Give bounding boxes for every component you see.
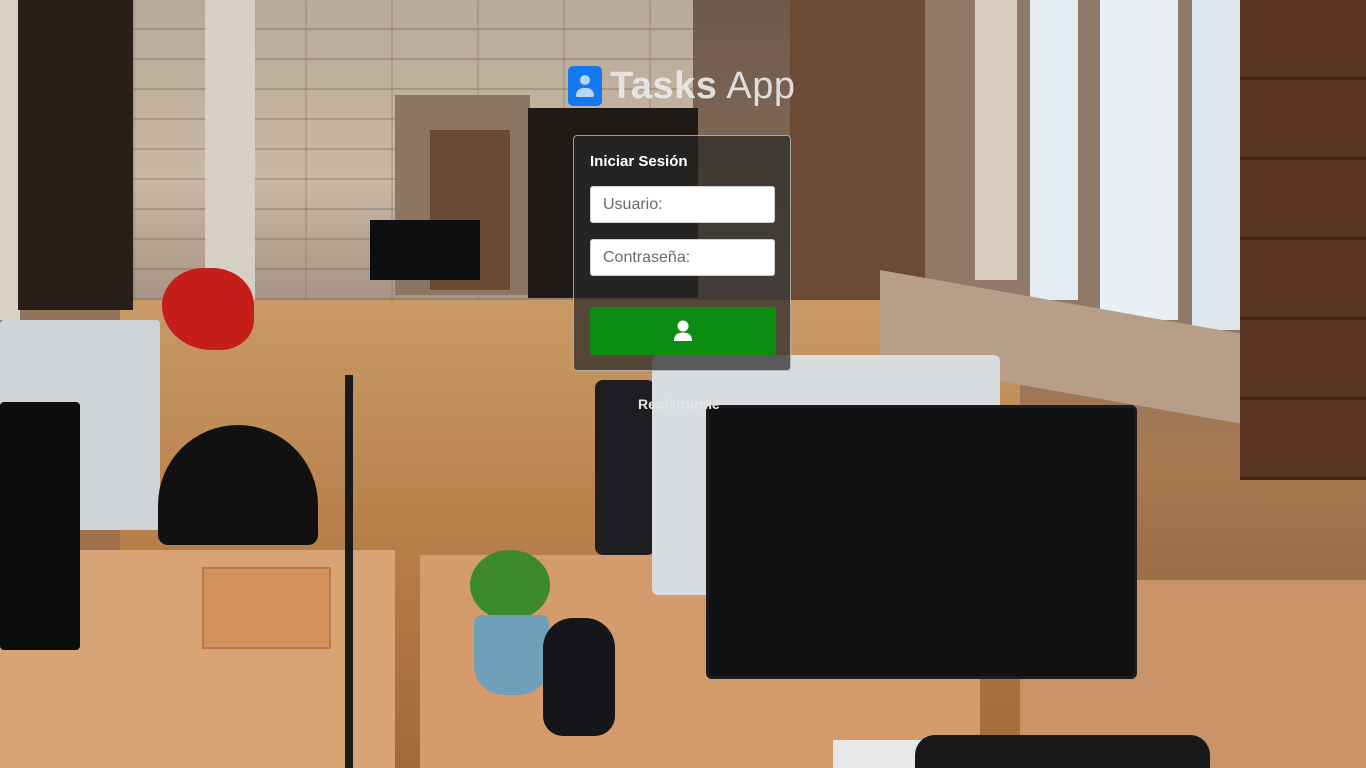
login-form: Iniciar Sesión [573,135,791,371]
background-photo [0,0,1366,768]
password-input[interactable] [590,239,775,276]
register-link[interactable]: Registrarme [638,396,720,412]
app-title: Tasks App [610,66,796,106]
user-id-card-icon [568,66,602,106]
username-input[interactable] [590,186,775,223]
user-icon [674,320,692,341]
app-title-light: App [726,65,796,107]
app-title-bold: Tasks [610,65,718,107]
login-button[interactable] [590,307,776,355]
app-brand: Tasks App [568,66,796,106]
login-heading: Iniciar Sesión [590,153,688,170]
